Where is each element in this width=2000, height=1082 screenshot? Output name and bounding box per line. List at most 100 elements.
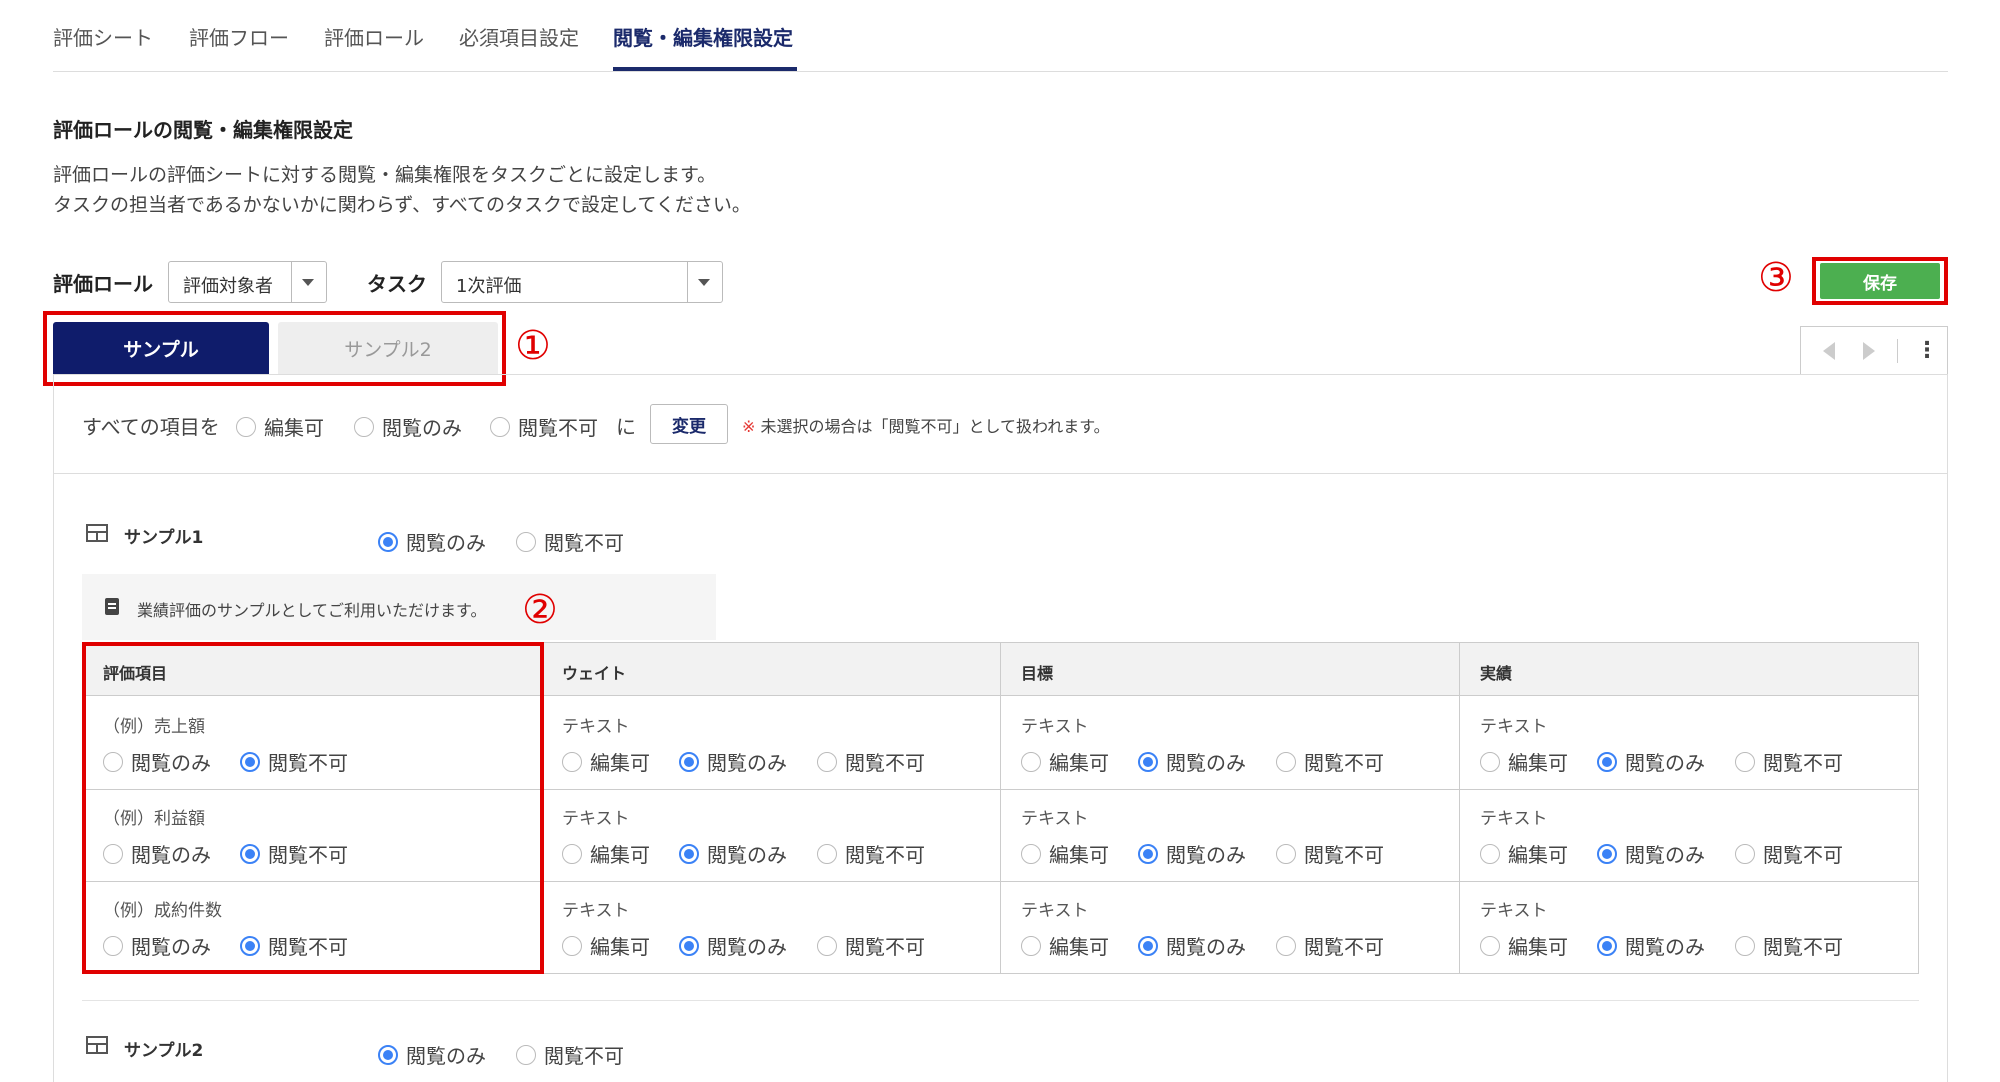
cell-radio-none[interactable]: 閲覧不可 bbox=[1735, 931, 1843, 960]
nav-tab-role[interactable]: 評価ロール bbox=[324, 24, 424, 52]
cell-radio-view[interactable]: 閲覧のみ bbox=[1138, 747, 1246, 776]
cell-radio-edit[interactable]: 編集可 bbox=[1480, 931, 1568, 960]
radio-icon bbox=[679, 751, 699, 772]
table-icon bbox=[86, 524, 108, 542]
cell-type-label: テキスト bbox=[1021, 717, 1089, 737]
radio-icon bbox=[817, 935, 837, 956]
radio-icon bbox=[679, 935, 699, 956]
document-icon bbox=[105, 598, 119, 615]
cell-type-label: テキスト bbox=[1480, 809, 1548, 829]
cell-type-label: テキスト bbox=[1480, 717, 1548, 737]
radio-icon bbox=[490, 416, 510, 437]
table-icon bbox=[86, 1036, 108, 1054]
cell-radio-view[interactable]: 閲覧のみ bbox=[1138, 839, 1246, 868]
page-title: 評価ロールの閲覧・編集権限設定 bbox=[53, 118, 353, 142]
radio-icon bbox=[1276, 751, 1296, 772]
bulk-label: すべての項目を bbox=[82, 415, 220, 439]
cell-radio-edit[interactable]: 編集可 bbox=[562, 747, 650, 776]
page-description-2: タスクの担当者であるかないかに関わらず、すべてのタスクで設定してください。 bbox=[53, 194, 751, 216]
cell-radio-none[interactable]: 閲覧不可 bbox=[1276, 931, 1384, 960]
section1-radio-view[interactable]: 閲覧のみ bbox=[378, 527, 486, 556]
radio-icon bbox=[516, 531, 536, 552]
cell-radio-edit[interactable]: 編集可 bbox=[1021, 747, 1109, 776]
nav-tab-permission[interactable]: 閲覧・編集権限設定 bbox=[613, 24, 793, 52]
annotation-3: ③ bbox=[1758, 255, 1794, 301]
section-title-1: サンプル1 bbox=[124, 528, 204, 548]
cell-radio-edit[interactable]: 編集可 bbox=[562, 839, 650, 868]
bulk-radio-none[interactable]: 閲覧不可 bbox=[490, 412, 598, 441]
prev-icon[interactable] bbox=[1823, 342, 1835, 360]
cell-radio-view[interactable]: 閲覧のみ bbox=[1138, 931, 1246, 960]
cell-radio-edit[interactable]: 編集可 bbox=[562, 931, 650, 960]
radio-icon bbox=[1276, 843, 1296, 864]
top-nav: 評価シート 評価フロー 評価ロール 必須項目設定 閲覧・編集権限設定 bbox=[53, 0, 1948, 72]
role-select-value: 評価対象者 bbox=[183, 276, 273, 297]
cell-radio-view[interactable]: 閲覧のみ bbox=[1597, 747, 1705, 776]
radio-icon bbox=[817, 751, 837, 772]
cell-radio-none[interactable]: 閲覧不可 bbox=[1735, 839, 1843, 868]
cell-radio-none[interactable]: 閲覧不可 bbox=[1735, 747, 1843, 776]
change-button[interactable]: 変更 bbox=[650, 404, 728, 444]
cell-radio-view[interactable]: 閲覧のみ bbox=[1597, 931, 1705, 960]
nav-active-underline bbox=[613, 67, 797, 71]
cell-radio-view[interactable]: 閲覧のみ bbox=[679, 747, 787, 776]
column-header-target: 目標 bbox=[1021, 664, 1054, 683]
radio-icon bbox=[679, 843, 699, 864]
radio-icon bbox=[562, 751, 582, 772]
radio-icon bbox=[1276, 935, 1296, 956]
cell-radio-view[interactable]: 閲覧のみ bbox=[1597, 839, 1705, 868]
cell-radio-none[interactable]: 閲覧不可 bbox=[817, 839, 925, 868]
cell-radio-none[interactable]: 閲覧不可 bbox=[1276, 839, 1384, 868]
bulk-ni: に bbox=[616, 415, 636, 439]
cell-radio-edit[interactable]: 編集可 bbox=[1480, 839, 1568, 868]
radio-icon bbox=[378, 531, 398, 552]
cell-radio-none[interactable]: 閲覧不可 bbox=[1276, 747, 1384, 776]
chevron-down-icon bbox=[302, 279, 314, 286]
radio-icon bbox=[817, 843, 837, 864]
section2-radio-none[interactable]: 閲覧不可 bbox=[516, 1040, 624, 1069]
cell-radio-edit[interactable]: 編集可 bbox=[1480, 747, 1568, 776]
section2-radio-view[interactable]: 閲覧のみ bbox=[378, 1040, 486, 1069]
nav-tab-sheet[interactable]: 評価シート bbox=[53, 24, 153, 52]
cell-radio-none[interactable]: 閲覧不可 bbox=[817, 931, 925, 960]
radio-icon bbox=[562, 843, 582, 864]
nav-tab-required[interactable]: 必須項目設定 bbox=[459, 24, 579, 52]
radio-icon bbox=[1735, 843, 1755, 864]
bulk-radio-edit[interactable]: 編集可 bbox=[236, 412, 324, 441]
section1-radio-none[interactable]: 閲覧不可 bbox=[516, 527, 624, 556]
cell-radio-none[interactable]: 閲覧不可 bbox=[817, 747, 925, 776]
more-vertical-icon[interactable]: ⋮ bbox=[1916, 337, 1938, 365]
task-select-value: 1次評価 bbox=[456, 276, 522, 297]
column-header-weight: ウェイト bbox=[562, 664, 627, 683]
cell-radio-view[interactable]: 閲覧のみ bbox=[679, 839, 787, 868]
bulk-note: ※ 未選択の場合は「閲覧不可」として扱われます。 bbox=[742, 417, 1110, 436]
radio-icon bbox=[516, 1044, 536, 1065]
cell-radio-view[interactable]: 閲覧のみ bbox=[679, 931, 787, 960]
radio-icon bbox=[1597, 751, 1617, 772]
task-label: タスク bbox=[367, 272, 427, 296]
nav-tab-flow[interactable]: 評価フロー bbox=[189, 24, 289, 52]
column-header-result: 実績 bbox=[1480, 664, 1513, 683]
task-select[interactable]: 1次評価 bbox=[441, 261, 723, 303]
section-title-2: サンプル2 bbox=[124, 1041, 204, 1061]
radio-icon bbox=[1735, 935, 1755, 956]
cell-type-label: テキスト bbox=[1480, 901, 1548, 921]
next-icon[interactable] bbox=[1863, 342, 1875, 360]
role-label: 評価ロール bbox=[53, 272, 153, 296]
cell-radio-edit[interactable]: 編集可 bbox=[1021, 931, 1109, 960]
cell-radio-edit[interactable]: 編集可 bbox=[1021, 839, 1109, 868]
radio-icon bbox=[236, 416, 256, 437]
bulk-radio-view[interactable]: 閲覧のみ bbox=[354, 412, 462, 441]
radio-icon bbox=[1597, 843, 1617, 864]
section-description: 業績評価のサンプルとしてご利用いただけます。 bbox=[137, 601, 487, 620]
radio-icon bbox=[1021, 843, 1041, 864]
radio-icon bbox=[1138, 751, 1158, 772]
annotation-2: ② bbox=[522, 587, 558, 633]
save-button[interactable]: 保存 bbox=[1820, 263, 1940, 299]
cell-type-label: テキスト bbox=[1021, 809, 1089, 829]
page-description-1: 評価ロールの評価シートに対する閲覧・編集権限をタスクごとに設定します。 bbox=[53, 164, 717, 186]
role-select[interactable]: 評価対象者 bbox=[168, 261, 327, 303]
radio-icon bbox=[1735, 751, 1755, 772]
radio-icon bbox=[1480, 935, 1500, 956]
chevron-down-icon bbox=[698, 279, 710, 286]
